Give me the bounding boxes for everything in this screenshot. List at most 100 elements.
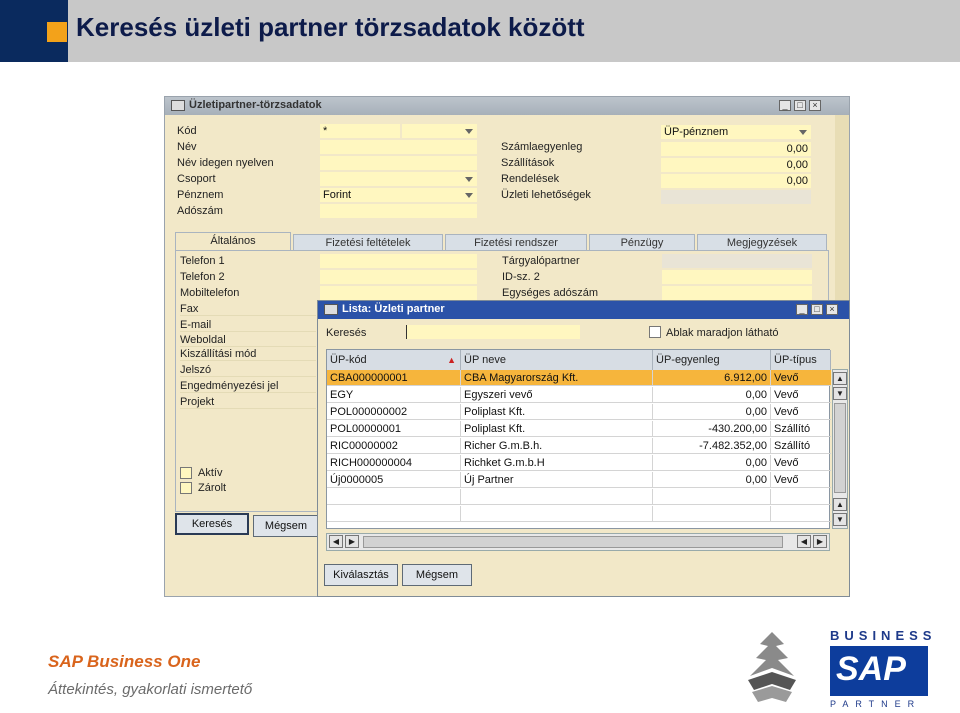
footer-subtitle: Áttekintés, gyakorlati ismertető xyxy=(48,681,253,698)
column-header-balance[interactable]: ÜP-egyenleg xyxy=(653,350,771,370)
maximize-icon[interactable]: □ xyxy=(811,304,823,315)
table-row[interactable]: RIC00000002 Richer G.m.B.h. -7.482.352,0… xyxy=(327,438,831,454)
scroll-up-icon[interactable]: ▲ xyxy=(833,372,847,385)
logo-partner-text: PARTNER xyxy=(830,699,922,709)
cell-name: Richer G.m.B.h. xyxy=(461,438,653,454)
table-row[interactable]: POL00000001 Poliplast Kft. -430.200,00 S… xyxy=(327,421,831,437)
table-row[interactable]: Új0000005 Új Partner 0,00 Vevő xyxy=(327,472,831,488)
partner-table: ÜP-kód ▲ ÜP neve ÜP-egyenleg ÜP-típus CBA… xyxy=(326,349,831,529)
csoport-select[interactable] xyxy=(320,172,477,186)
search-input[interactable] xyxy=(406,325,580,339)
label-kiszallitasi-mod: Kiszállítási mód xyxy=(180,348,257,360)
label-nev: Név xyxy=(177,141,197,153)
label-keep-visible: Ablak maradjon látható xyxy=(666,327,779,339)
zarolt-checkbox[interactable] xyxy=(180,482,192,494)
telefon1-field[interactable] xyxy=(320,254,477,268)
cancel-button[interactable]: Mégsem xyxy=(253,515,319,537)
scroll-down-icon[interactable]: ▼ xyxy=(833,513,847,526)
label-fax: Fax xyxy=(180,303,199,315)
penznem-select[interactable]: Forint xyxy=(320,188,477,202)
table-row[interactable]: CBA000000001 CBA Magyarország Kft. 6.912… xyxy=(327,370,831,386)
cell-name: CBA Magyarország Kft. xyxy=(461,370,653,386)
cell-code: RIC00000002 xyxy=(327,438,461,454)
column-code-label: ÜP-kód xyxy=(330,354,367,366)
tab-megjegyzesek[interactable]: Megjegyzések xyxy=(697,234,827,250)
cell-type: Vevő xyxy=(774,372,799,384)
scroll-left-fast-icon[interactable]: ◀ xyxy=(329,535,343,548)
search-button[interactable]: Keresés xyxy=(175,513,249,535)
vertical-scroll-thumb[interactable] xyxy=(834,403,846,493)
cell-type: Vevő xyxy=(774,389,799,401)
label-szallitasok: Szállítások xyxy=(501,157,555,169)
scroll-down-fast-icon[interactable]: ▲ xyxy=(833,498,847,511)
window-titlebar: Üzletipartner-törzsadatok _ □ × xyxy=(165,97,849,115)
scroll-left-icon[interactable]: ◀ xyxy=(797,535,811,548)
cell-balance: 0,00 xyxy=(653,472,771,488)
up-penznem-select[interactable]: ÜP-pénznem xyxy=(661,125,811,139)
egyseges-adoszam-field[interactable] xyxy=(662,286,812,300)
tab-penzugy[interactable]: Pénzügy xyxy=(589,234,695,250)
column-header-name[interactable]: ÜP neve xyxy=(461,350,653,370)
tab-fizetesi-rendszer[interactable]: Fizetési rendszer xyxy=(445,234,587,250)
telefon2-field[interactable] xyxy=(320,270,477,284)
table-row[interactable]: EGY Egyszeri vevő 0,00 Vevő xyxy=(327,387,831,403)
label-adoszam: Adószám xyxy=(177,205,223,217)
label-engedmenyezesi-jel: Engedményezési jel xyxy=(180,380,279,392)
label-nev-idegen: Név idegen nyelven xyxy=(177,157,274,169)
select-button[interactable]: Kiválasztás xyxy=(324,564,398,586)
id-sz2-field[interactable] xyxy=(662,270,812,284)
label-id-sz2: ID-sz. 2 xyxy=(502,271,540,283)
cell-type: Vevő xyxy=(774,457,799,469)
close-icon[interactable]: × xyxy=(826,304,838,315)
column-header-code[interactable]: ÜP-kód ▲ xyxy=(327,350,461,370)
slide-title: Keresés üzleti partner törzsadatok közöt… xyxy=(76,12,585,42)
label-search: Keresés xyxy=(326,327,367,339)
scroll-right-small-icon[interactable]: ▶ xyxy=(345,535,359,548)
kod-field[interactable]: * xyxy=(320,124,400,138)
window-icon xyxy=(171,100,185,111)
cell-name: Poliplast Kft. xyxy=(461,404,653,420)
table-row[interactable]: RICH000000004 Richket G.m.b.H 0,00 Vevő xyxy=(327,455,831,471)
cell-empty xyxy=(461,506,653,522)
horizontal-scroll-thumb[interactable] xyxy=(363,536,783,548)
table-row[interactable]: POL000000002 Poliplast Kft. 0,00 Vevő xyxy=(327,404,831,420)
tab-altalanos[interactable]: Általános xyxy=(175,232,291,251)
targyalopartner-field xyxy=(662,254,812,268)
horizontal-scrollbar[interactable]: ◀ ▶ ◀ ▶ xyxy=(326,533,830,551)
scroll-up-fast-icon[interactable]: ▼ xyxy=(833,387,847,400)
nev-idegen-field[interactable] xyxy=(320,156,477,170)
vertical-scrollbar[interactable]: ▲ ▼ ▲ ▼ xyxy=(832,369,848,529)
cell-balance: 0,00 xyxy=(653,404,771,420)
cell-name: Egyszeri vevő xyxy=(461,387,653,403)
sort-asc-icon: ▲ xyxy=(447,355,456,365)
cell-balance: 0,00 xyxy=(653,455,771,471)
cell-balance: 0,00 xyxy=(653,387,771,403)
column-header-type[interactable]: ÜP-típus xyxy=(771,350,831,370)
minimize-icon[interactable]: _ xyxy=(796,304,808,315)
penznem-value: Forint xyxy=(323,189,352,201)
cell-balance: -430.200,00 xyxy=(653,421,771,437)
kod-series-select[interactable] xyxy=(402,124,477,138)
adoszam-field[interactable] xyxy=(320,204,477,218)
maximize-icon[interactable]: □ xyxy=(794,100,806,111)
close-icon[interactable]: × xyxy=(809,100,821,111)
keep-visible-checkbox[interactable] xyxy=(649,326,661,338)
cell-code: Új0000005 xyxy=(327,472,461,488)
popup-cancel-button[interactable]: Mégsem xyxy=(402,564,472,586)
tab-fizetesi-feltetelek[interactable]: Fizetési feltételek xyxy=(293,234,443,250)
cell-name: Új Partner xyxy=(461,472,653,488)
cell-balance: -7.482.352,00 xyxy=(653,438,771,454)
dialog-titlebar: Lista: Üzleti partner _ □ × xyxy=(318,301,849,319)
label-email: E-mail xyxy=(180,319,212,331)
chevron-down-icon xyxy=(465,193,473,198)
mobiltelefon-field[interactable] xyxy=(320,286,477,300)
minimize-icon[interactable]: _ xyxy=(779,100,791,111)
uzleti-lehetosegek-field xyxy=(661,190,811,204)
chevron-down-icon xyxy=(465,177,473,182)
nev-field[interactable] xyxy=(320,140,477,154)
aktiv-checkbox[interactable] xyxy=(180,467,192,479)
row-divider xyxy=(180,315,316,316)
label-projekt: Projekt xyxy=(180,396,215,408)
label-penznem: Pénznem xyxy=(177,189,224,201)
scroll-right-icon[interactable]: ▶ xyxy=(813,535,827,548)
